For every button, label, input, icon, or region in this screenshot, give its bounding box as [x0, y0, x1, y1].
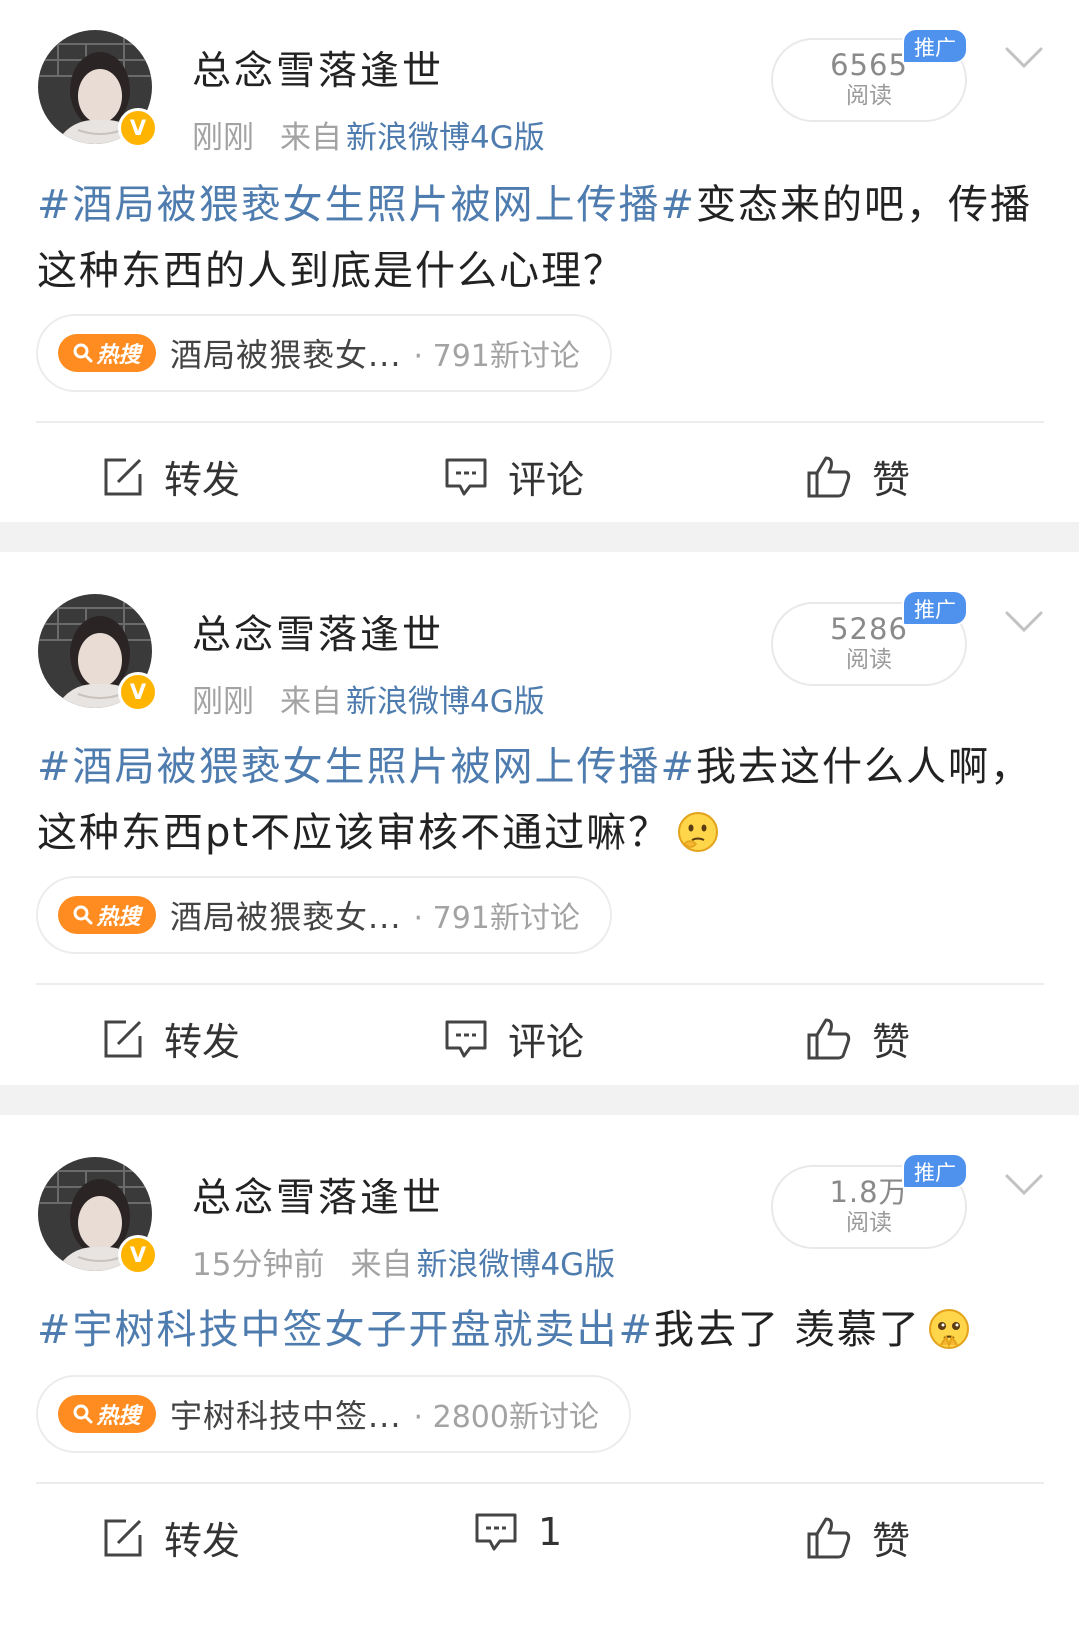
post-separator	[0, 1085, 1079, 1115]
post-time: 15分钟前	[192, 1247, 325, 1283]
post-meta: 刚刚 来自 新浪微博4G版	[192, 112, 545, 157]
read-label: 阅读	[846, 1210, 892, 1236]
hot-search-badge: 热搜	[58, 334, 156, 372]
hot-search-count: · 791新讨论	[413, 339, 580, 374]
hot-search-title: 酒局被猥亵女...	[170, 336, 402, 374]
hot-search-badge: 热搜	[58, 1395, 156, 1433]
promo-badge[interactable]: 推广	[902, 28, 968, 64]
hashtag-link[interactable]: #宇树科技中签女子开盘就卖出#	[37, 1307, 654, 1353]
repost-button[interactable]: 转发	[102, 1510, 240, 1565]
weibo-post: V 总念雪落逢世 刚刚 来自 新浪微博4G版 5286 阅读 推广 #酒局被猥亵女生…	[0, 552, 1079, 1085]
comment-bubble-icon	[445, 458, 487, 495]
weibo-feed: V 总念雪落逢世 刚刚 来自 新浪微博4G版 6565 阅读 推广 #酒局被猥亵女生…	[0, 0, 1079, 1642]
thumbs-up-icon	[807, 1018, 851, 1059]
client-link[interactable]: 新浪微博4G版	[346, 684, 545, 720]
hashtag-link[interactable]: #酒局被猥亵女生照片被网上传播#	[37, 182, 696, 228]
verified-badge-icon: V	[118, 108, 158, 148]
comment-button[interactable]: 评论	[444, 449, 584, 504]
username[interactable]: 总念雪落逢世	[192, 1167, 444, 1223]
search-icon	[73, 1404, 93, 1424]
pleading-emoji-icon	[928, 1309, 969, 1349]
chevron-down-icon[interactable]	[1004, 44, 1044, 72]
post-content: #宇树科技中签女子开盘就卖出#我去了 羡慕了	[37, 1297, 1049, 1363]
post-content: #酒局被猥亵女生照片被网上传播#变态来的吧，传播这种东西的人到底是什么心理？	[37, 172, 1049, 304]
post-text: 我去了 羡慕了	[654, 1307, 921, 1353]
verified-badge-icon: V	[118, 672, 158, 712]
divider	[36, 421, 1044, 423]
chevron-down-icon[interactable]	[1004, 1171, 1044, 1199]
hashtag-link[interactable]: #酒局被猥亵女生照片被网上传播#	[37, 744, 696, 790]
read-label: 阅读	[846, 647, 892, 673]
post-separator	[0, 522, 1079, 552]
thinking-emoji-icon	[678, 812, 719, 852]
like-button[interactable]: 赞	[806, 1510, 910, 1565]
divider	[36, 983, 1044, 985]
verified-badge-icon: V	[118, 1235, 158, 1275]
username[interactable]: 总念雪落逢世	[192, 40, 444, 96]
weibo-post: V 总念雪落逢世 15分钟前 来自 新浪微博4G版 1.8万 阅读 推广 #宇树科技…	[0, 1115, 1079, 1642]
hot-search-badge: 热搜	[58, 896, 156, 934]
divider	[36, 1482, 1044, 1484]
comment-bubble-icon	[475, 1513, 517, 1551]
comment-bubble-icon	[445, 1020, 487, 1057]
repost-button[interactable]: 转发	[102, 449, 240, 504]
hot-search-card[interactable]: 热搜 宇树科技中签... · 2800新讨论	[36, 1375, 631, 1453]
read-label: 阅读	[846, 83, 892, 109]
hot-search-count: · 2800新讨论	[413, 1400, 599, 1435]
promo-badge[interactable]: 推广	[902, 1153, 968, 1189]
hot-search-title: 宇树科技中签...	[170, 1397, 402, 1435]
from-label: 来自	[280, 684, 342, 720]
from-label: 来自	[350, 1247, 413, 1283]
like-button[interactable]: 赞	[806, 449, 910, 504]
hot-search-title: 酒局被猥亵女...	[170, 898, 402, 936]
repost-button[interactable]: 转发	[102, 1011, 240, 1066]
client-link[interactable]: 新浪微博4G版	[346, 120, 545, 156]
comment-button[interactable]: 1	[474, 1510, 562, 1554]
search-icon	[73, 343, 93, 363]
hot-search-card[interactable]: 热搜 酒局被猥亵女... · 791新讨论	[36, 876, 612, 954]
weibo-post: V 总念雪落逢世 刚刚 来自 新浪微博4G版 6565 阅读 推广 #酒局被猥亵女生…	[0, 0, 1079, 522]
post-time: 刚刚	[192, 684, 254, 720]
client-link[interactable]: 新浪微博4G版	[416, 1247, 615, 1283]
chevron-down-icon[interactable]	[1004, 608, 1044, 636]
thumbs-up-icon	[807, 456, 851, 497]
post-meta: 15分钟前 来自 新浪微博4G版	[192, 1239, 615, 1284]
like-button[interactable]: 赞	[806, 1011, 910, 1066]
post-time: 刚刚	[192, 120, 254, 156]
hot-search-card[interactable]: 热搜 酒局被猥亵女... · 791新讨论	[36, 314, 612, 392]
hot-search-count: · 791新讨论	[413, 901, 580, 936]
comment-button[interactable]: 评论	[444, 1011, 584, 1066]
from-label: 来自	[280, 120, 342, 156]
username[interactable]: 总念雪落逢世	[192, 604, 444, 660]
post-content: #酒局被猥亵女生照片被网上传播#我去这什么人啊，这种东西pt不应该审核不通过嘛？	[37, 734, 1049, 866]
edit-square-icon	[104, 458, 142, 495]
edit-square-icon	[104, 1519, 142, 1556]
thumbs-up-icon	[807, 1517, 851, 1558]
search-icon	[73, 905, 93, 925]
post-meta: 刚刚 来自 新浪微博4G版	[192, 676, 545, 721]
edit-square-icon	[104, 1020, 142, 1057]
promo-badge[interactable]: 推广	[902, 590, 968, 626]
